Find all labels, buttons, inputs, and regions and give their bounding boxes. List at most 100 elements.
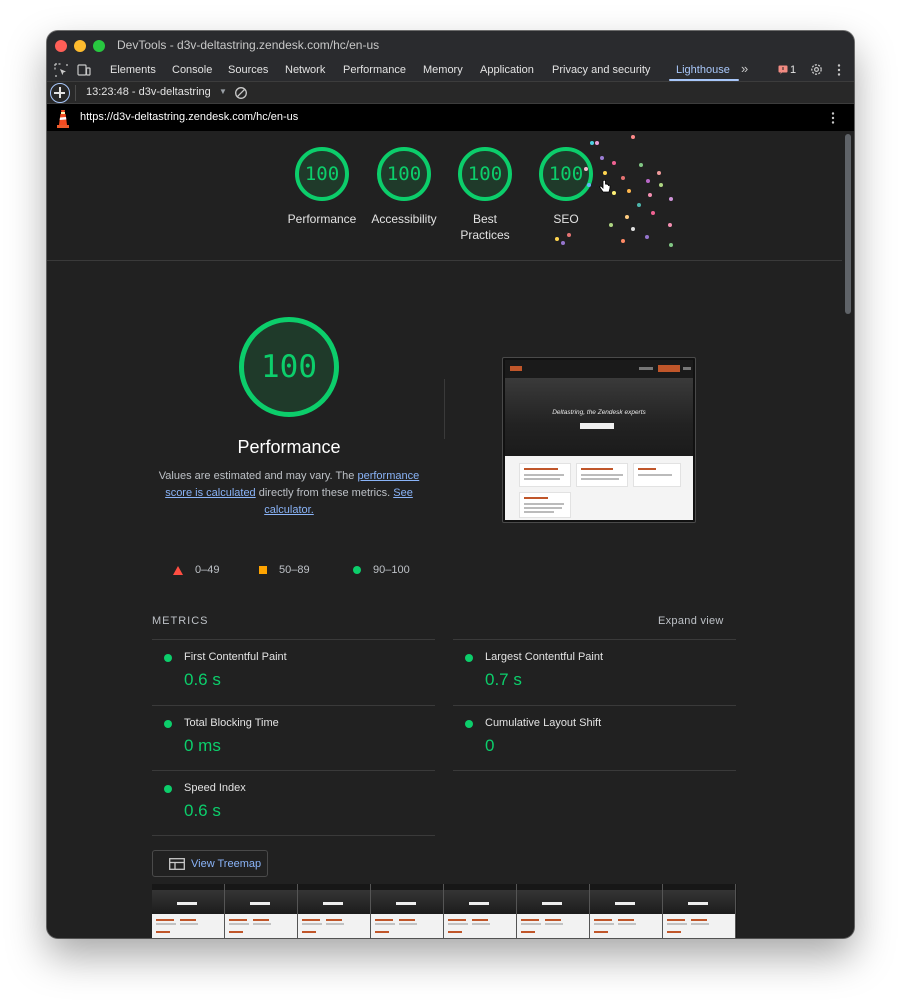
frame-search	[396, 902, 416, 905]
frame-line	[156, 923, 176, 925]
tab-network[interactable]: Network	[285, 64, 325, 76]
filmstrip-frame	[663, 884, 736, 938]
fail-triangle-icon	[173, 565, 183, 575]
frame-line	[180, 923, 198, 925]
average-square-icon	[259, 566, 267, 574]
metric-value: 0 ms	[184, 736, 221, 755]
report-url: https://d3v-deltastring.zendesk.com/hc/e…	[80, 111, 299, 123]
screenshot-card	[519, 463, 571, 487]
frame-line	[399, 919, 415, 921]
confetti-dot	[584, 167, 588, 171]
report-selector[interactable]: 13:23:48 - d3v-deltastring	[86, 86, 211, 98]
confetti-dot	[646, 179, 650, 183]
legend-range: 50–89	[279, 564, 310, 576]
tab-lighthouse[interactable]: Lighthouse	[676, 64, 730, 76]
confetti-dot	[669, 243, 673, 247]
gauge-ring: 100	[295, 147, 349, 201]
tab-elements[interactable]: Elements	[110, 64, 156, 76]
tab-memory[interactable]: Memory	[423, 64, 463, 76]
frame-search	[615, 902, 635, 905]
expand-view-toggle[interactable]: Expand view	[658, 615, 724, 627]
frame-nav	[517, 884, 589, 890]
frame-line	[545, 919, 561, 921]
gauge-score: 100	[304, 163, 340, 185]
metric-value: 0.6 s	[184, 801, 221, 820]
pass-circle-icon	[164, 720, 172, 728]
gauge-seo[interactable]: 100 SEO	[526, 147, 606, 227]
filmstrip	[152, 884, 737, 938]
frame-line	[667, 919, 685, 921]
frame-search	[542, 902, 562, 905]
confetti-dot	[555, 237, 559, 241]
filmstrip-frame	[444, 884, 517, 938]
metric-value: 0.7 s	[485, 670, 522, 689]
report-url-bar: https://d3v-deltastring.zendesk.com/hc/e…	[47, 104, 854, 131]
confetti-dot	[625, 215, 629, 219]
minimize-window-button[interactable]	[74, 40, 86, 52]
tab-performance[interactable]: Performance	[343, 64, 406, 76]
nav-button	[658, 365, 680, 372]
report-scrollbar[interactable]	[842, 131, 854, 938]
new-report-plus-icon[interactable]	[50, 83, 70, 103]
clear-reports-icon[interactable]	[234, 86, 248, 100]
confetti-dot	[612, 191, 616, 195]
frame-search	[177, 902, 197, 905]
inspect-element-icon[interactable]	[54, 63, 68, 77]
screenshot-hero: Deltastring, the Zendesk experts	[505, 378, 693, 456]
frame-line	[472, 919, 488, 921]
close-window-button[interactable]	[55, 40, 67, 52]
frame-line	[180, 919, 196, 921]
gauge-accessibility[interactable]: 100 Accessibility	[364, 147, 444, 227]
active-tab-indicator	[669, 79, 739, 81]
metric-name: First Contentful Paint	[184, 651, 287, 663]
screenshot-card	[633, 463, 681, 487]
card-line	[524, 503, 564, 505]
more-tabs-button[interactable]: »	[741, 61, 748, 76]
metric-speed-index: Speed Index 0.6 s	[152, 771, 435, 835]
frame-line	[375, 923, 395, 925]
hand-cursor-icon	[599, 180, 611, 193]
tab-console[interactable]: Console	[172, 64, 212, 76]
report-tools-kebab-icon[interactable]	[830, 111, 836, 125]
zoom-window-button[interactable]	[93, 40, 105, 52]
confetti-dot	[609, 223, 613, 227]
gauge-best-practices[interactable]: 100 Best Practices	[445, 147, 525, 243]
gauge-performance[interactable]: 100 Performance	[282, 147, 362, 227]
pass-circle-icon	[465, 720, 473, 728]
card-line	[638, 474, 672, 476]
treemap-icon	[169, 858, 185, 870]
metric-name: Speed Index	[184, 782, 246, 794]
confetti-dot	[621, 239, 625, 243]
site-logo	[510, 366, 522, 371]
metric-first-contentful-paint: First Contentful Paint 0.6 s	[152, 640, 435, 704]
filmstrip-frame	[517, 884, 590, 938]
frame-nav	[298, 884, 370, 890]
customize-devtools-kebab-icon[interactable]	[836, 63, 842, 77]
frame-line	[448, 919, 466, 921]
frame-line	[618, 923, 636, 925]
metric-value: 0.6 s	[184, 670, 221, 689]
final-screenshot[interactable]: Deltastring, the Zendesk experts	[502, 357, 696, 523]
frame-nav	[590, 884, 662, 890]
gauge-label: Best Practices	[460, 212, 510, 242]
issues-button[interactable]: 1	[778, 64, 796, 76]
tab-sources[interactable]: Sources	[228, 64, 268, 76]
frame-line	[472, 923, 490, 925]
frame-line	[667, 923, 687, 925]
report-selector-caret-icon[interactable]: ▼	[219, 87, 227, 96]
frame-line	[521, 919, 539, 921]
settings-gear-icon[interactable]	[809, 62, 824, 77]
desc-text: Values are estimated and may vary. The	[158, 470, 358, 482]
legend-fail: 0–49	[173, 564, 219, 576]
scrollbar-thumb[interactable]	[845, 134, 851, 314]
frame-line	[253, 919, 269, 921]
confetti-dot	[595, 141, 599, 145]
tab-application[interactable]: Application	[480, 64, 534, 76]
filmstrip-frame	[152, 884, 225, 938]
view-treemap-button[interactable]: View Treemap	[152, 850, 268, 877]
pass-circle-icon	[164, 654, 172, 662]
tab-privacy-and-security[interactable]: Privacy and security	[552, 64, 650, 76]
nav-link	[639, 367, 653, 370]
screenshot-card	[519, 492, 571, 518]
device-toolbar-icon[interactable]	[77, 63, 91, 77]
